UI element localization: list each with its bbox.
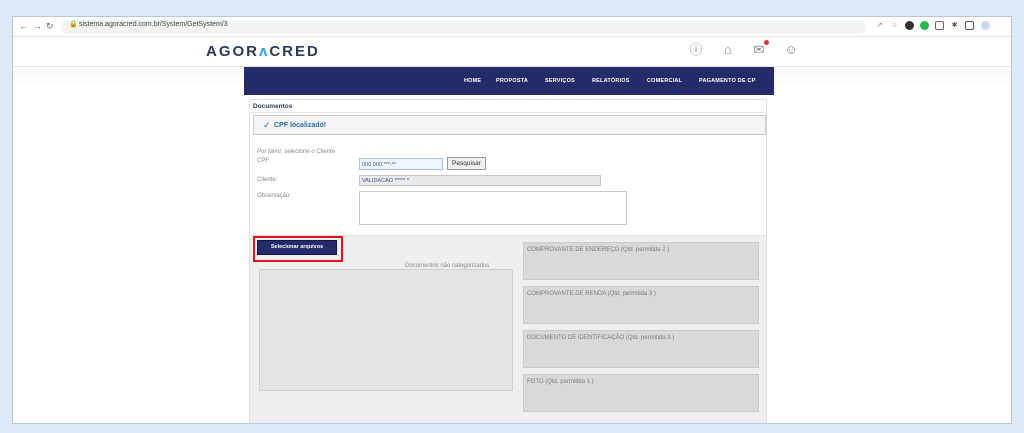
agoracred-logo[interactable]: AGORʌCRED <box>206 43 320 60</box>
category-label: COMPROVANTE DE ENDEREÇO (Qtd. permitida … <box>527 247 670 253</box>
check-icon: ✓ <box>263 120 271 130</box>
url-text[interactable]: sistema.agoracred.com.br/System/GetSyste… <box>79 21 228 28</box>
share-icon[interactable]: ↗ <box>875 21 884 30</box>
reload-icon[interactable]: ↻ <box>46 21 54 32</box>
nav-pagamento-cp[interactable]: PAGAMENTO DE CP <box>699 78 756 84</box>
category-label: FOTO (Qtd. permitida 1 ) <box>527 379 594 385</box>
nav-relatorios[interactable]: RELATÓRIOS <box>592 78 630 84</box>
nav-comercial[interactable]: COMERCIAL <box>647 78 682 84</box>
cpf-input[interactable]: 000.000.***-** <box>359 158 443 170</box>
site-header: AGORʌCRED ⓘ ⌂ ✉ ☺ <box>13 38 1011 67</box>
help-icon[interactable]: ⓘ <box>688 42 704 58</box>
window-icon[interactable] <box>935 21 944 30</box>
back-arrow-icon[interactable]: ← <box>19 21 28 31</box>
uncategorized-dropzone[interactable] <box>259 269 513 391</box>
category-label: COMPROVANTE DE RENDA (Qtd. permitida 3 ) <box>527 291 656 297</box>
category-comprovante-renda[interactable]: COMPROVANTE DE RENDA (Qtd. permitida 3 ) <box>523 286 759 324</box>
search-button[interactable]: Pesquisar <box>447 157 486 170</box>
nav-proposta[interactable]: PROPOSTA <box>496 78 528 84</box>
cliente-field: VALIDACAO ***** * <box>359 175 601 186</box>
browser-toolbar: ← → ↻ 🔒 sistema.agoracred.com.br/System/… <box>13 17 1011 37</box>
logo-accent: ʌ <box>259 43 270 60</box>
notification-dot <box>764 40 769 45</box>
divider <box>250 112 766 113</box>
category-label: DOCUMENTO DE IDENTIFICAÇÃO (Qtd. permiti… <box>527 335 675 341</box>
forward-arrow-icon[interactable]: → <box>33 21 42 31</box>
documents-panel: Documentos ✓ CPF localizado! Por favor, … <box>249 99 767 423</box>
nav-servicos[interactable]: SERVIÇOS <box>545 78 575 84</box>
success-alert: ✓ CPF localizado! <box>253 115 766 135</box>
category-comprovante-endereco[interactable]: COMPROVANTE DE ENDEREÇO (Qtd. permitida … <box>523 242 759 280</box>
user-icon[interactable]: ☺ <box>783 42 799 58</box>
main-nav: HOME PROPOSTA SERVIÇOS RELATÓRIOS COMERC… <box>244 67 774 95</box>
observacao-field[interactable] <box>359 191 627 225</box>
sidepanel-icon[interactable] <box>965 21 974 30</box>
alert-message: CPF localizado! <box>274 122 327 129</box>
client-hint: Por favor, selecione o Cliente <box>257 149 336 155</box>
extension-green-icon[interactable] <box>920 21 929 30</box>
category-documento-identificacao[interactable]: DOCUMENTO DE IDENTIFICAÇÃO (Qtd. permiti… <box>523 330 759 368</box>
home-icon[interactable]: ⌂ <box>720 42 736 58</box>
select-files-button[interactable]: Selecionar arquivos <box>257 240 337 255</box>
logo-text-2: CRED <box>269 43 320 60</box>
profile-icon[interactable] <box>981 21 990 30</box>
puzzle-icon[interactable]: ✱ <box>950 21 959 30</box>
browser-window: ← → ↻ 🔒 sistema.agoracred.com.br/System/… <box>12 16 1012 424</box>
lock-icon: 🔒 <box>69 21 78 28</box>
cpf-label: CPF: <box>257 158 271 164</box>
observacao-label: Observação: <box>257 193 292 199</box>
page-title: Documentos <box>253 103 293 110</box>
cliente-label: Cliente: <box>257 177 278 183</box>
upload-area: Selecionar arquivos Documentos não categ… <box>250 235 766 423</box>
extension-icon[interactable] <box>905 21 914 30</box>
category-foto[interactable]: FOTO (Qtd. permitida 1 ) <box>523 374 759 412</box>
star-icon[interactable]: ☆ <box>890 21 899 30</box>
nav-home[interactable]: HOME <box>464 78 481 84</box>
logo-text: AGOR <box>206 43 259 60</box>
